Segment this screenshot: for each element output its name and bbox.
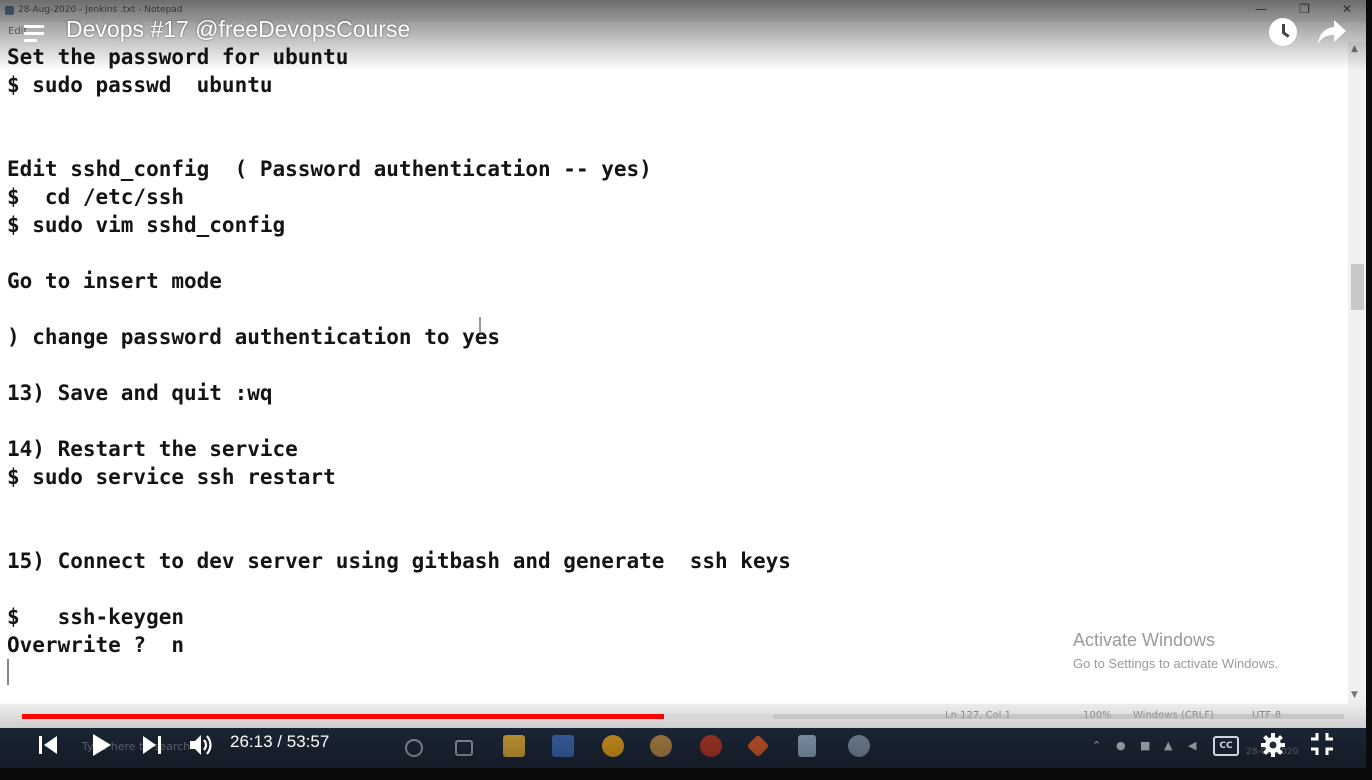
- previous-icon[interactable]: [36, 731, 60, 759]
- notepad-taskbar-icon: [798, 735, 816, 757]
- editor-line: Overwrite ? n: [7, 633, 185, 657]
- window-controls: — ❐ ✕: [1255, 2, 1352, 16]
- remote-desktop-icon: [552, 735, 574, 757]
- editor-line: ) change password authentication to yes: [7, 325, 501, 349]
- fullscreen-exit-icon[interactable]: [1310, 732, 1334, 756]
- close-icon: ✕: [1341, 2, 1352, 16]
- editor-line: Edit sshd_config ( Password authenticati…: [7, 157, 652, 181]
- notepad-editor: Set the password for ubuntu $ sudo passwd…: [0, 42, 1348, 704]
- text-caret: [7, 659, 9, 685]
- play-icon[interactable]: [88, 731, 114, 759]
- network-app-icon: [848, 735, 870, 757]
- browser-icon: [700, 735, 722, 757]
- editor-line: Go to insert mode: [7, 269, 222, 293]
- ibeam-cursor: [479, 317, 481, 333]
- captions-label: CC: [1219, 741, 1233, 751]
- scrollbar: [1348, 42, 1366, 704]
- editor-line: $ sudo service ssh restart: [7, 465, 336, 489]
- time-display: 26:13 / 53:57: [230, 732, 329, 752]
- editor-line: $ ssh-keygen: [7, 605, 185, 629]
- scroll-down-icon: ▼: [1351, 690, 1358, 700]
- activate-subtitle: Go to Settings to activate Windows.: [1073, 656, 1279, 671]
- gear-icon[interactable]: [1260, 732, 1286, 758]
- maximize-icon: ❐: [1299, 2, 1310, 16]
- file-explorer-icon: [503, 735, 525, 757]
- editor-line: 14) Restart the service: [7, 437, 298, 461]
- minimize-icon: —: [1255, 2, 1268, 16]
- duration: 53:57: [286, 732, 330, 751]
- current-time: 26:13: [230, 732, 273, 751]
- tray-speaker-icon: ◀: [1188, 739, 1197, 752]
- editor-line: $ cd /etc/ssh: [7, 185, 185, 209]
- clock-icon[interactable]: [1269, 18, 1297, 46]
- menu-icon[interactable]: [24, 23, 46, 43]
- editor-line: Set the password for ubuntu: [7, 45, 349, 69]
- progress-bar[interactable]: [22, 714, 1344, 719]
- chrome-icon: [602, 735, 624, 757]
- notepad-window-title: 28-Aug-2020 - Jenkins .txt - Notepad: [18, 5, 183, 15]
- editor-line: 13) Save and quit :wq: [7, 381, 273, 405]
- video-title[interactable]: Devops #17 @freeDevopsCourse: [66, 16, 410, 43]
- share-icon[interactable]: [1316, 17, 1348, 47]
- time-separator: /: [277, 732, 283, 751]
- tray-mic-icon: ●: [1116, 739, 1126, 752]
- scroll-up-icon: ▲: [1351, 44, 1358, 54]
- activate-windows-watermark: Activate Windows Go to Settings to activ…: [1073, 630, 1278, 671]
- editor-line: $ sudo vim sshd_config: [7, 213, 286, 237]
- volume-icon[interactable]: [187, 731, 215, 759]
- notepad-icon: [5, 6, 14, 15]
- cortana-icon: [405, 739, 423, 757]
- tray-chevron-icon: ⌃: [1092, 739, 1102, 752]
- activate-title: Activate Windows: [1073, 630, 1216, 650]
- scrollbar-thumb: [1351, 264, 1364, 310]
- video-frame: 28-Aug-2020 - Jenkins .txt - Notepad — ❐…: [0, 0, 1366, 768]
- tray-network-icon: ■: [1140, 739, 1151, 752]
- tray-signal-icon: ▲: [1164, 739, 1173, 752]
- captions-icon[interactable]: CC: [1213, 736, 1239, 756]
- editor-line: $ sudo passwd ubuntu: [7, 73, 273, 97]
- next-icon[interactable]: [140, 731, 164, 759]
- editor-line: 15) Connect to dev server using gitbash …: [7, 549, 791, 573]
- task-view-icon: [455, 740, 473, 756]
- progress-played: [22, 714, 665, 719]
- app-icon: [650, 735, 672, 757]
